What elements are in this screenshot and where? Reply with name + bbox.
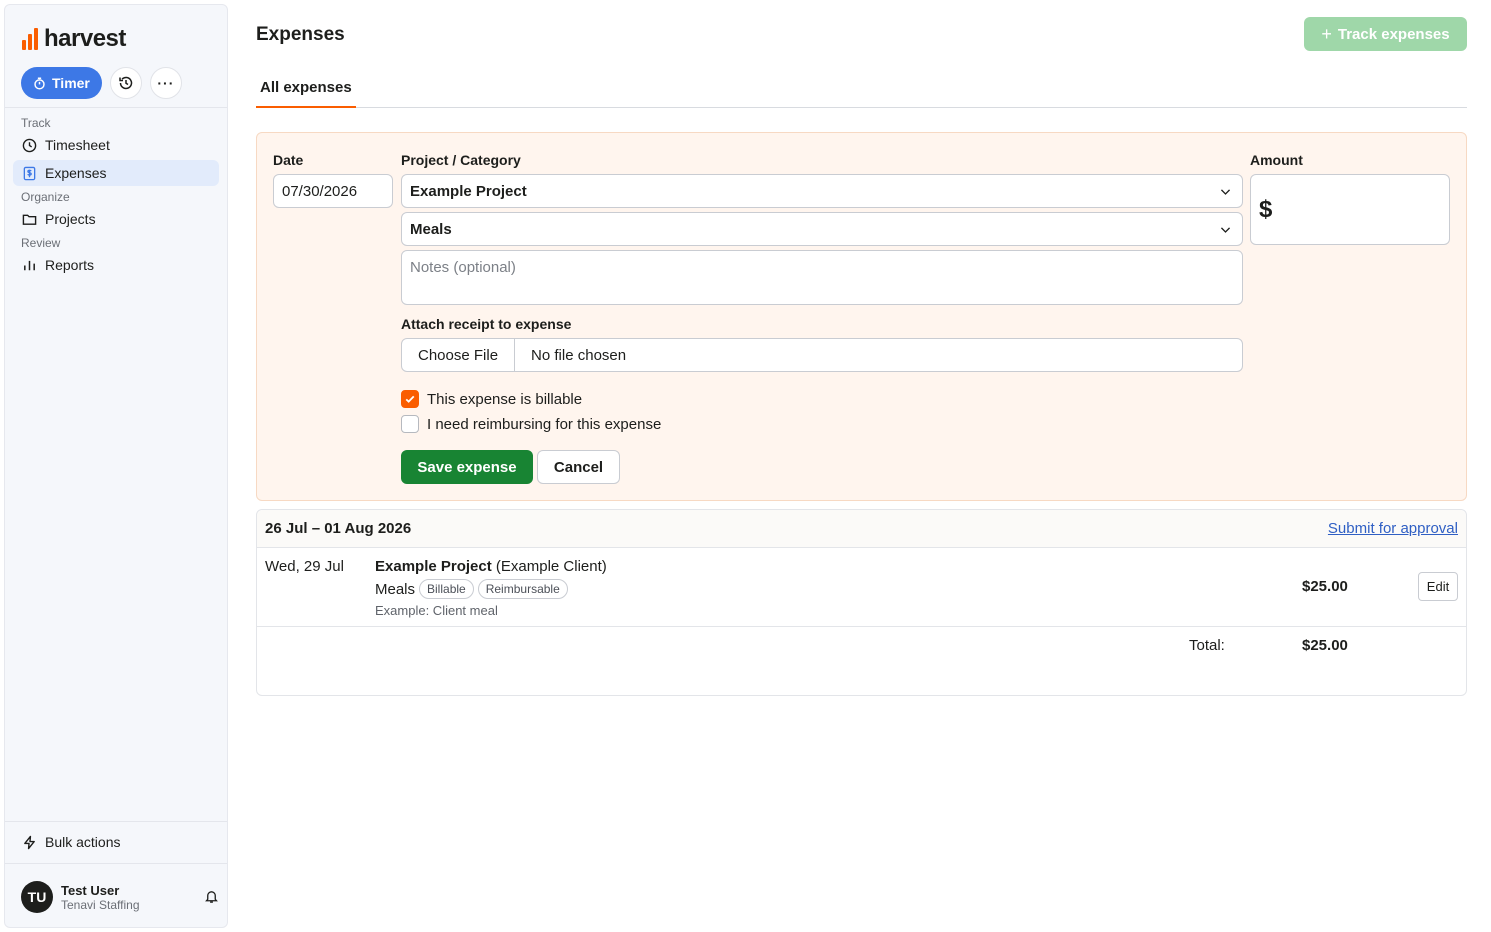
more-icon: ··· (157, 75, 175, 91)
sidebar-item-reports[interactable]: Reports (13, 252, 219, 278)
date-input[interactable]: 07/30/2026 (273, 174, 393, 208)
dollar-sign: $ (1259, 195, 1273, 223)
notes-placeholder: Notes (optional) (410, 259, 516, 276)
total-label: Total: (1189, 637, 1225, 654)
chevron-down-icon (1220, 188, 1231, 195)
bell-icon[interactable] (204, 889, 219, 904)
date-label: Date (273, 152, 304, 168)
reimburse-checkbox-row[interactable]: I need reimbursing for this expense (401, 415, 661, 433)
user-name: Test User (61, 882, 120, 898)
sidebar-item-label: Timesheet (45, 137, 110, 153)
reimburse-label: I need reimbursing for this expense (427, 415, 662, 433)
amount-input[interactable]: $ (1250, 174, 1450, 245)
project-category-label: Project / Category (401, 152, 521, 168)
date-value: 07/30/2026 (282, 182, 358, 200)
folder-icon (22, 214, 37, 225)
group-organize: Organize (21, 190, 70, 204)
total-amount: $25.00 (1302, 637, 1348, 654)
lightning-icon (24, 835, 35, 849)
more-button[interactable]: ··· (149, 67, 182, 99)
entry-project-name: Example Project (375, 558, 492, 575)
sidebar-item-expenses[interactable]: Expenses (13, 160, 219, 186)
page-title: Expenses (256, 24, 345, 45)
entry-amount: $25.00 (1302, 578, 1348, 595)
tab-all-expenses[interactable]: All expenses (256, 70, 356, 108)
timer-row: Timer ··· (21, 67, 182, 99)
sidebar-divider (5, 821, 227, 822)
sidebar-item-label: Expenses (45, 165, 107, 181)
row-divider (257, 626, 1466, 627)
harvest-logo[interactable]: harvest (22, 25, 126, 53)
dollar-receipt-icon (23, 166, 36, 180)
clock-icon (22, 138, 37, 152)
entry-category-row: Meals Billable Reimbursable (375, 579, 568, 599)
submit-for-approval-link[interactable]: Submit for approval (1328, 520, 1458, 537)
save-expense-button[interactable]: Save expense (401, 450, 533, 484)
expense-form: Date 07/30/2026 Project / Category Examp… (256, 132, 1467, 501)
history-icon (119, 76, 133, 90)
avatar: TU (21, 881, 53, 913)
bulk-actions-button[interactable]: Bulk actions (13, 829, 219, 855)
edit-entry-button[interactable]: Edit (1418, 572, 1458, 601)
choose-file-button[interactable]: Choose File (402, 339, 516, 371)
sidebar-divider (5, 863, 227, 864)
project-select[interactable]: Example Project (401, 174, 1243, 208)
category-select[interactable]: Meals (401, 212, 1243, 246)
reimbursable-badge: Reimbursable (477, 579, 568, 599)
harvest-logo-icon (22, 28, 38, 50)
entry-client: (Example Client) (495, 558, 607, 575)
stopwatch-icon (34, 76, 45, 90)
week-header: 26 Jul – 01 Aug 2026 Submit for approval (257, 510, 1466, 548)
track-expenses-label: Track expenses (1337, 25, 1450, 43)
user-org: Tenavi Staffing (61, 897, 140, 912)
check-icon (405, 395, 415, 403)
sidebar-item-label: Projects (45, 211, 96, 227)
cancel-button[interactable]: Cancel (537, 450, 620, 484)
timer-button[interactable]: Timer (21, 67, 102, 99)
user-menu[interactable]: TU Test User Tenavi Staffing (21, 881, 219, 913)
sidebar-divider (5, 107, 227, 108)
entry-project: Example Project (Example Client) (375, 558, 607, 575)
entry-date: Wed, 29 Jul (265, 558, 344, 575)
week-expenses: 26 Jul – 01 Aug 2026 Submit for approval… (256, 509, 1467, 696)
receipt-file-input: Choose File No file chosen (401, 338, 1243, 372)
logo-text: harvest (44, 25, 126, 52)
billable-checkbox[interactable] (401, 390, 419, 408)
reimburse-checkbox[interactable] (401, 415, 419, 433)
timer-label: Timer (52, 75, 90, 91)
project-value: Example Project (410, 182, 527, 200)
history-button[interactable] (109, 67, 142, 99)
group-review: Review (21, 236, 61, 250)
sidebar-item-label: Reports (45, 257, 95, 273)
notes-textarea[interactable]: Notes (optional) (401, 250, 1243, 305)
sidebar: harvest Timer ··· Track Timesheet Expens… (4, 4, 228, 928)
amount-label: Amount (1250, 152, 1303, 168)
billable-checkbox-row[interactable]: This expense is billable (401, 390, 582, 408)
sidebar-item-timesheet[interactable]: Timesheet (13, 132, 219, 158)
billable-label: This expense is billable (427, 390, 583, 408)
plus-icon: + (1321, 23, 1332, 44)
category-value: Meals (410, 220, 452, 238)
entry-category: Meals (375, 580, 416, 598)
bulk-actions-label: Bulk actions (45, 834, 121, 850)
entry-note: Example: Client meal (375, 603, 498, 618)
tab-bar: All expenses (256, 70, 1467, 108)
group-track: Track (21, 116, 51, 130)
chevron-down-icon (1220, 226, 1231, 233)
bar-chart-icon (24, 260, 35, 270)
receipt-label: Attach receipt to expense (401, 316, 572, 332)
file-status: No file chosen (531, 346, 627, 364)
billable-badge: Billable (419, 579, 474, 599)
week-range: 26 Jul – 01 Aug 2026 (265, 520, 412, 537)
sidebar-item-projects[interactable]: Projects (13, 206, 219, 232)
track-expenses-button[interactable]: + Track expenses (1304, 17, 1467, 51)
